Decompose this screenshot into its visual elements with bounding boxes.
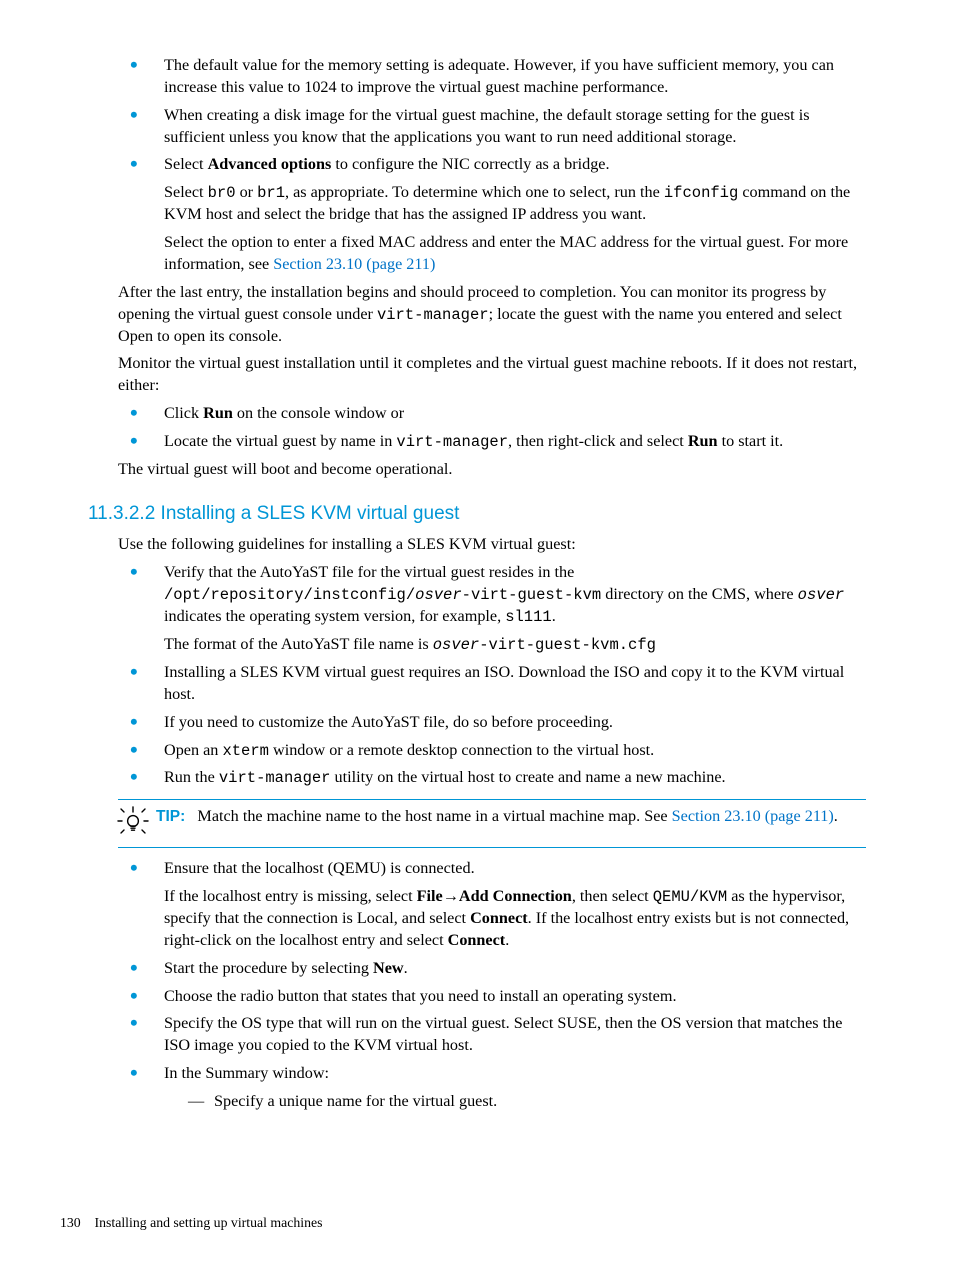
body-text: The virtual guest will boot and become o… [118, 459, 866, 481]
tip-label: TIP: [156, 808, 185, 825]
sles-guidelines-list-continued: Ensure that the localhost (QEMU) is conn… [130, 858, 866, 1113]
page-number: 130 [60, 1215, 81, 1230]
code-text: virt-manager [396, 433, 508, 451]
list-item: Locate the virtual guest by name in virt… [130, 431, 866, 453]
guidelines-list-top: The default value for the memory setting… [130, 55, 866, 276]
cross-ref-link[interactable]: Section 23.10 (page 211) [672, 807, 834, 825]
ui-label: File [417, 887, 443, 905]
body-text: Select br0 or br1, as appropriate. To de… [164, 182, 866, 226]
body-text: Specify the OS type that will run on the… [164, 1013, 866, 1057]
code-text: -virt-guest-kvm [462, 586, 602, 604]
summary-sublist: Specify a unique name for the virtual gu… [188, 1091, 866, 1113]
body-text: After the last entry, the installation b… [118, 282, 866, 348]
ui-label: New [373, 959, 404, 977]
body-text: Verify that the AutoYaST file for the vi… [164, 562, 866, 628]
code-placeholder: osver [798, 586, 845, 604]
body-text: Open an xterm window or a remote desktop… [164, 740, 866, 762]
body-text: Specify a unique name for the virtual gu… [214, 1092, 497, 1110]
code-text: br1 [257, 184, 285, 202]
list-item: When creating a disk image for the virtu… [130, 105, 866, 149]
document-page: The default value for the memory setting… [0, 0, 954, 1271]
body-text: Run the virt-manager utility on the virt… [164, 767, 866, 789]
code-text: virt-manager [377, 306, 489, 324]
list-item: Specify a unique name for the virtual gu… [188, 1091, 866, 1113]
list-item: Installing a SLES KVM virtual guest requ… [130, 662, 866, 706]
code-text: ifconfig [664, 184, 738, 202]
list-item: The default value for the memory setting… [130, 55, 866, 99]
body-text: Select the option to enter a fixed MAC a… [164, 232, 866, 276]
body-text: Click Run on the console window or [164, 403, 866, 425]
ui-label: Run [203, 404, 233, 422]
list-item: Start the procedure by selecting New. [130, 958, 866, 980]
body-text: Locate the virtual guest by name in virt… [164, 431, 866, 453]
body-text: If you need to customize the AutoYaST fi… [164, 712, 866, 734]
list-item: Click Run on the console window or [130, 403, 866, 425]
ui-label: Connect [470, 909, 528, 927]
code-text: br0 [208, 184, 236, 202]
code-text: xterm [222, 742, 269, 760]
list-item: Ensure that the localhost (QEMU) is conn… [130, 858, 866, 952]
restart-options-list: Click Run on the console window or Locat… [130, 403, 866, 453]
section-heading: 11.3.2.2 Installing a SLES KVM virtual g… [88, 501, 866, 527]
tip-callout: TIP: Match the machine name to the host … [118, 799, 866, 848]
ui-label: Connect [448, 931, 506, 949]
list-item: Choose the radio button that states that… [130, 986, 866, 1008]
body-text: When creating a disk image for the virtu… [164, 105, 866, 149]
code-text: virt-manager [219, 769, 331, 787]
list-item: In the Summary window: Specify a unique … [130, 1063, 866, 1113]
code-placeholder: osver [415, 586, 462, 604]
body-text: Use the following guidelines for install… [118, 534, 866, 556]
code-text: -virt-guest-kvm.cfg [479, 636, 656, 654]
body-text: Start the procedure by selecting New. [164, 958, 866, 980]
divider [118, 799, 866, 800]
body-text: The default value for the memory setting… [164, 55, 866, 99]
list-item: Select Advanced options to configure the… [130, 154, 866, 275]
arrow-icon: → [443, 887, 459, 905]
sles-guidelines-list: Verify that the AutoYaST file for the vi… [130, 562, 866, 789]
body-text: If the localhost entry is missing, selec… [164, 886, 866, 952]
tip-body: TIP: Match the machine name to the host … [156, 806, 866, 828]
body-text: In the Summary window: [164, 1063, 866, 1085]
divider [118, 847, 866, 848]
body-text: Monitor the virtual guest installation u… [118, 353, 866, 397]
cross-ref-link[interactable]: Section 23.10 (page 211) [273, 255, 435, 273]
list-item: Open an xterm window or a remote desktop… [130, 740, 866, 762]
code-text: /opt/repository/instconfig/ [164, 586, 415, 604]
page-footer: 130 Installing and setting up virtual ma… [60, 1214, 323, 1233]
lightbulb-icon [116, 804, 152, 845]
list-item: If you need to customize the AutoYaST fi… [130, 712, 866, 734]
body-text: Installing a SLES KVM virtual guest requ… [164, 662, 866, 706]
ui-label: Advanced options [208, 155, 332, 173]
code-placeholder: osver [433, 636, 480, 654]
list-item: Specify the OS type that will run on the… [130, 1013, 866, 1057]
list-item: Verify that the AutoYaST file for the vi… [130, 562, 866, 656]
code-text: QEMU/KVM [653, 888, 727, 906]
body-text: The format of the AutoYaST file name is … [164, 634, 866, 656]
body-text: Choose the radio button that states that… [164, 986, 866, 1008]
ui-label: Run [688, 432, 718, 450]
body-text: Select Advanced options to configure the… [164, 154, 866, 176]
body-text: Ensure that the localhost (QEMU) is conn… [164, 858, 866, 880]
list-item: Run the virt-manager utility on the virt… [130, 767, 866, 789]
code-text: sl111 [505, 608, 552, 626]
ui-label: Add Connection [459, 887, 572, 905]
footer-title: Installing and setting up virtual machin… [95, 1215, 323, 1230]
